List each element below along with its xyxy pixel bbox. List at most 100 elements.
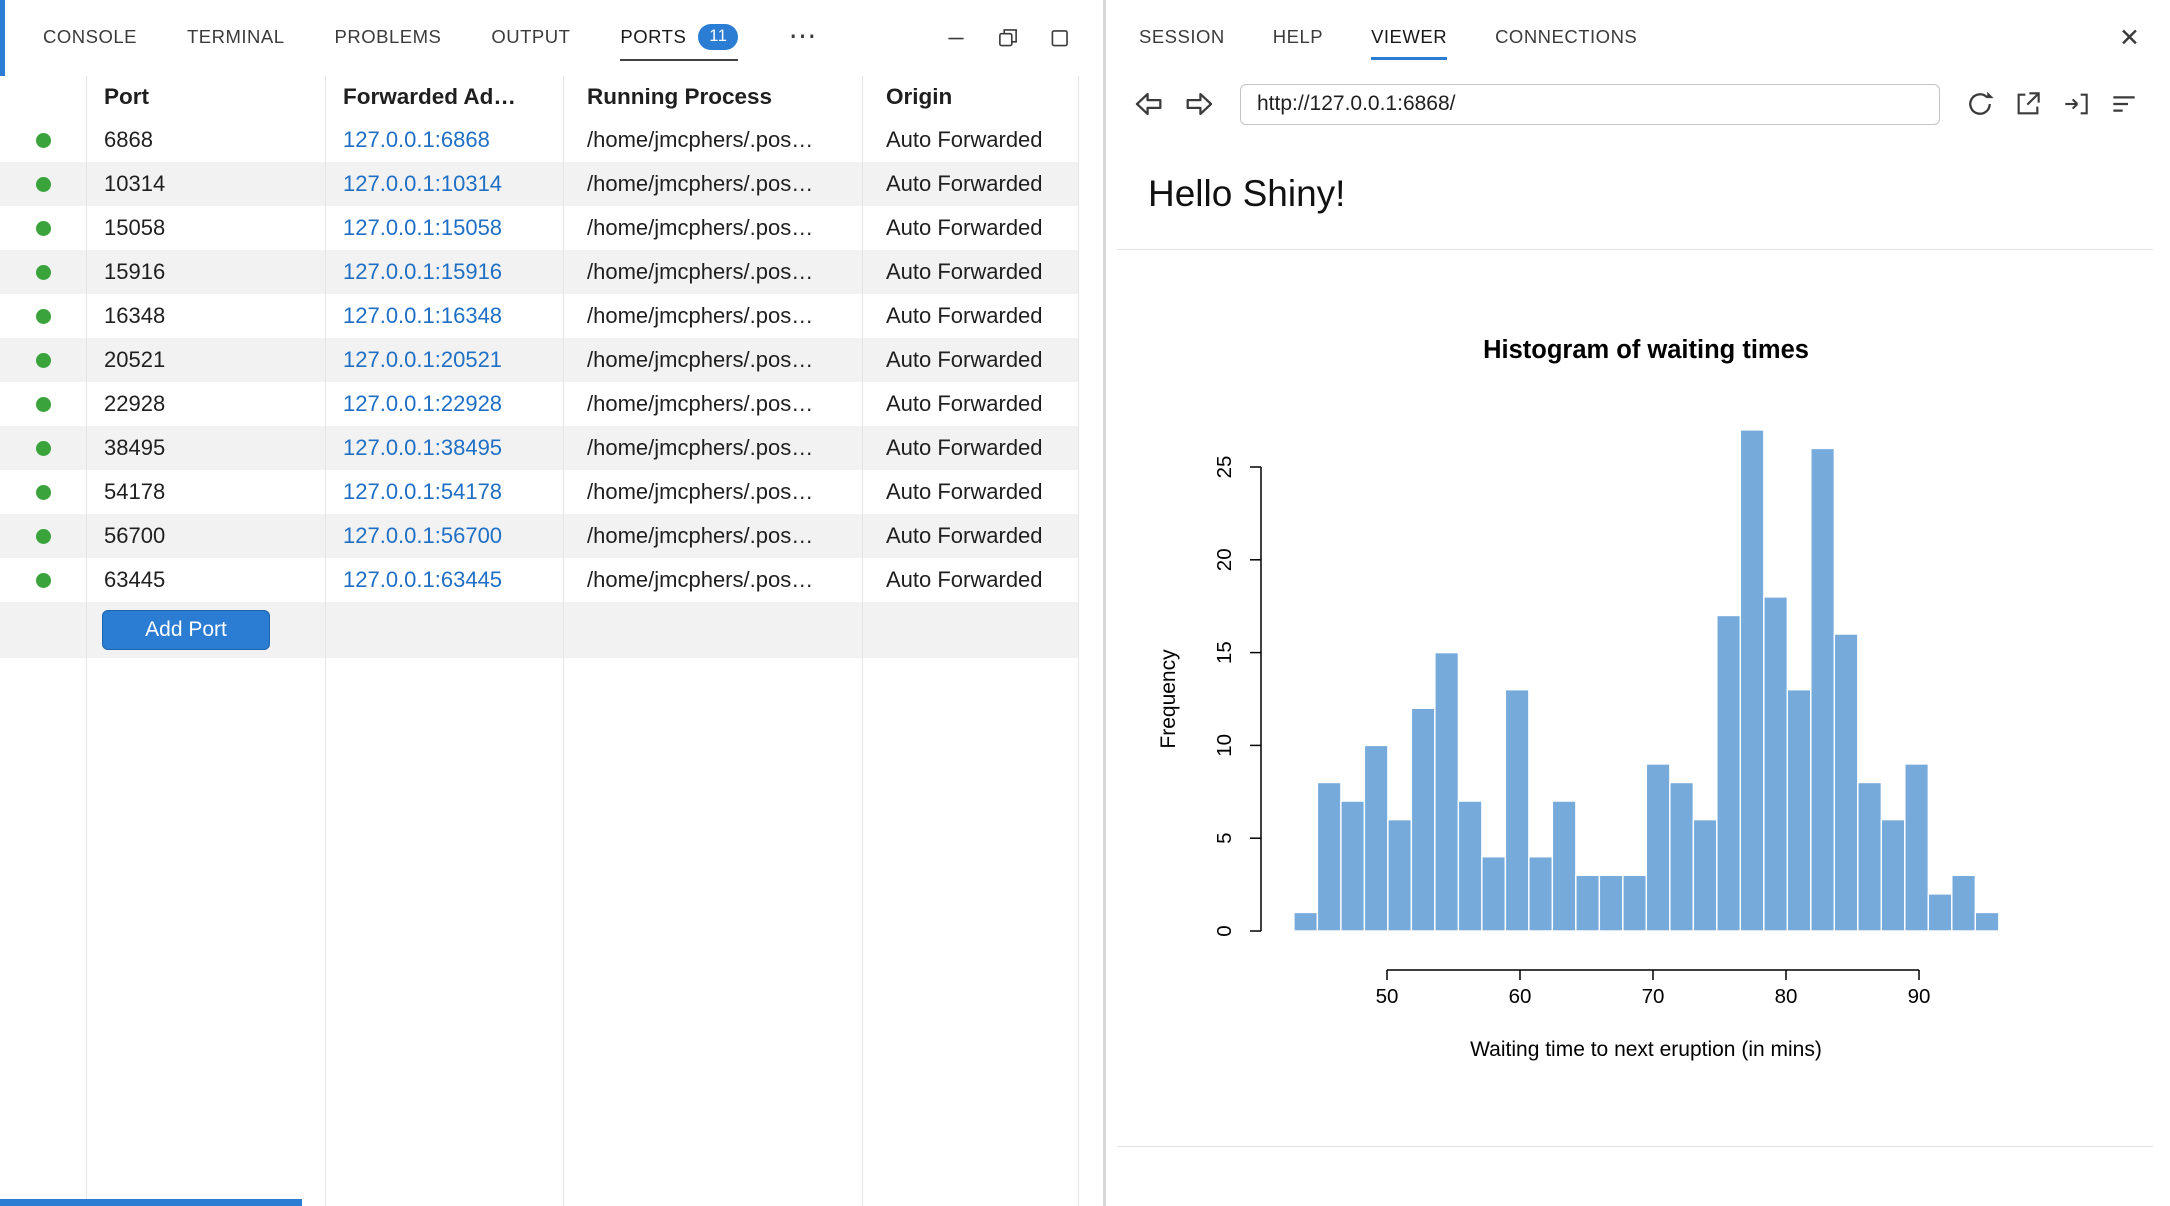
ports-count-badge: 11 [698,24,738,50]
open-in-editor-icon[interactable] [2060,88,2092,120]
back-icon[interactable] [1132,87,1166,121]
forwarded-address-link[interactable]: 127.0.0.1:16348 [343,303,502,328]
port-number: 54178 [86,479,325,505]
forwarded-address-link[interactable]: 127.0.0.1:54178 [343,479,502,504]
tab-terminal[interactable]: TERMINAL [187,17,285,59]
tab-help[interactable]: HELP [1273,17,1323,60]
port-row[interactable]: 22928 127.0.0.1:22928 /home/jmcphers/.po… [0,382,1078,426]
running-process: /home/jmcphers/.pos… [563,435,862,461]
forwarded-address-link[interactable]: 127.0.0.1:15916 [343,259,502,284]
restore-panel-icon[interactable] [995,25,1021,51]
port-status-icon [36,397,51,412]
svg-text:70: 70 [1642,985,1665,1008]
port-origin: Auto Forwarded [862,435,1078,461]
svg-text:20: 20 [1213,548,1236,571]
reload-icon[interactable] [1964,88,1996,120]
port-row[interactable]: 63445 127.0.0.1:63445 /home/jmcphers/.po… [0,558,1078,602]
forwarded-address-link[interactable]: 127.0.0.1:56700 [343,523,502,548]
port-status-icon [36,441,51,456]
port-number: 22928 [86,391,325,417]
port-origin: Auto Forwarded [862,303,1078,329]
tab-problems[interactable]: PROBLEMS [335,17,442,59]
svg-text:Frequency: Frequency [1157,648,1180,748]
port-row[interactable]: 15916 127.0.0.1:15916 /home/jmcphers/.po… [0,250,1078,294]
port-row[interactable]: 15058 127.0.0.1:15058 /home/jmcphers/.po… [0,206,1078,250]
tab-session[interactable]: SESSION [1139,17,1225,60]
port-status-icon [36,353,51,368]
running-process: /home/jmcphers/.pos… [563,259,862,285]
port-origin: Auto Forwarded [862,347,1078,373]
port-number: 20521 [86,347,325,373]
forwarded-address-link[interactable]: 127.0.0.1:63445 [343,567,502,592]
panel-window-controls [943,25,1103,51]
tab-ports[interactable]: PORTS 11 [620,15,738,61]
add-port-row: Add Port [0,602,1078,658]
forwarded-address-link[interactable]: 127.0.0.1:15058 [343,215,502,240]
running-process: /home/jmcphers/.pos… [563,215,862,241]
port-origin: Auto Forwarded [862,171,1078,197]
forwarded-address-link[interactable]: 127.0.0.1:20521 [343,347,502,372]
clear-icon[interactable] [2108,88,2140,120]
port-number: 63445 [86,567,325,593]
port-number: 16348 [86,303,325,329]
more-actions-button[interactable]: ⋯ [788,19,816,58]
port-status-icon [36,309,51,324]
page-title: Hello Shiny! [1148,173,2170,216]
app-window: CONSOLE TERMINAL PROBLEMS OUTPUT PORTS 1… [0,0,2170,1206]
port-number: 56700 [86,523,325,549]
port-row[interactable]: 56700 127.0.0.1:56700 /home/jmcphers/.po… [0,514,1078,558]
port-row[interactable]: 20521 127.0.0.1:20521 /home/jmcphers/.po… [0,338,1078,382]
port-origin: Auto Forwarded [862,127,1078,153]
content-divider-bottom [1117,1146,2153,1147]
port-number: 15916 [86,259,325,285]
forwarded-address-link[interactable]: 127.0.0.1:6868 [343,127,490,152]
port-row[interactable]: 6868 127.0.0.1:6868 /home/jmcphers/.pos…… [0,118,1078,162]
svg-text:15: 15 [1213,641,1236,664]
running-process: /home/jmcphers/.pos… [563,347,862,373]
viewer-content: Hello Shiny! Histogram of waiting times0… [1106,132,2170,1147]
origin-column-header: Origin [862,84,1078,110]
tab-console[interactable]: CONSOLE [43,17,137,59]
port-number: 10314 [86,171,325,197]
horizontal-scrollbar[interactable] [0,1199,302,1206]
running-process: /home/jmcphers/.pos… [563,171,862,197]
forwarded-address-link[interactable]: 127.0.0.1:38495 [343,435,502,460]
minimize-panel-icon[interactable] [943,25,969,51]
port-status-icon [36,573,51,588]
svg-text:10: 10 [1213,734,1236,757]
svg-text:0: 0 [1213,925,1236,936]
running-process: /home/jmcphers/.pos… [563,303,862,329]
running-process: /home/jmcphers/.pos… [563,391,862,417]
maximize-panel-icon[interactable] [1047,25,1073,51]
close-icon[interactable]: ✕ [2119,26,2140,51]
ports-table-header: Port Forwarded Ad… Running Process Origi… [0,76,1078,118]
forwarded-address-link[interactable]: 127.0.0.1:22928 [343,391,502,416]
tab-viewer[interactable]: VIEWER [1371,17,1447,60]
running-process: /home/jmcphers/.pos… [563,523,862,549]
port-number: 15058 [86,215,325,241]
port-column-header: Port [86,84,325,110]
panel-tabbar: CONSOLE TERMINAL PROBLEMS OUTPUT PORTS 1… [0,0,1103,76]
address-column-header: Forwarded Ad… [325,84,563,110]
port-status-icon [36,133,51,148]
port-row[interactable]: 54178 127.0.0.1:54178 /home/jmcphers/.po… [0,470,1078,514]
tab-connections[interactable]: CONNECTIONS [1495,17,1637,60]
port-row[interactable]: 10314 127.0.0.1:10314 /home/jmcphers/.po… [0,162,1078,206]
url-input[interactable] [1240,84,1940,125]
port-number: 38495 [86,435,325,461]
ports-table-body: 6868 127.0.0.1:6868 /home/jmcphers/.pos…… [0,118,1103,602]
add-port-button[interactable]: Add Port [102,610,270,650]
port-status-icon [36,485,51,500]
svg-text:Waiting time to next eruption: Waiting time to next eruption (in mins) [1470,1038,1822,1061]
port-origin: Auto Forwarded [862,259,1078,285]
forwarded-address-link[interactable]: 127.0.0.1:10314 [343,171,502,196]
svg-text:5: 5 [1213,832,1236,843]
port-row[interactable]: 38495 127.0.0.1:38495 /home/jmcphers/.po… [0,426,1078,470]
open-external-icon[interactable] [2012,88,2044,120]
tab-output[interactable]: OUTPUT [491,17,570,59]
viewer-toolbar [1106,76,2170,132]
port-status-icon [36,265,51,280]
svg-text:25: 25 [1213,455,1236,478]
port-row[interactable]: 16348 127.0.0.1:16348 /home/jmcphers/.po… [0,294,1078,338]
forward-icon[interactable] [1182,87,1216,121]
